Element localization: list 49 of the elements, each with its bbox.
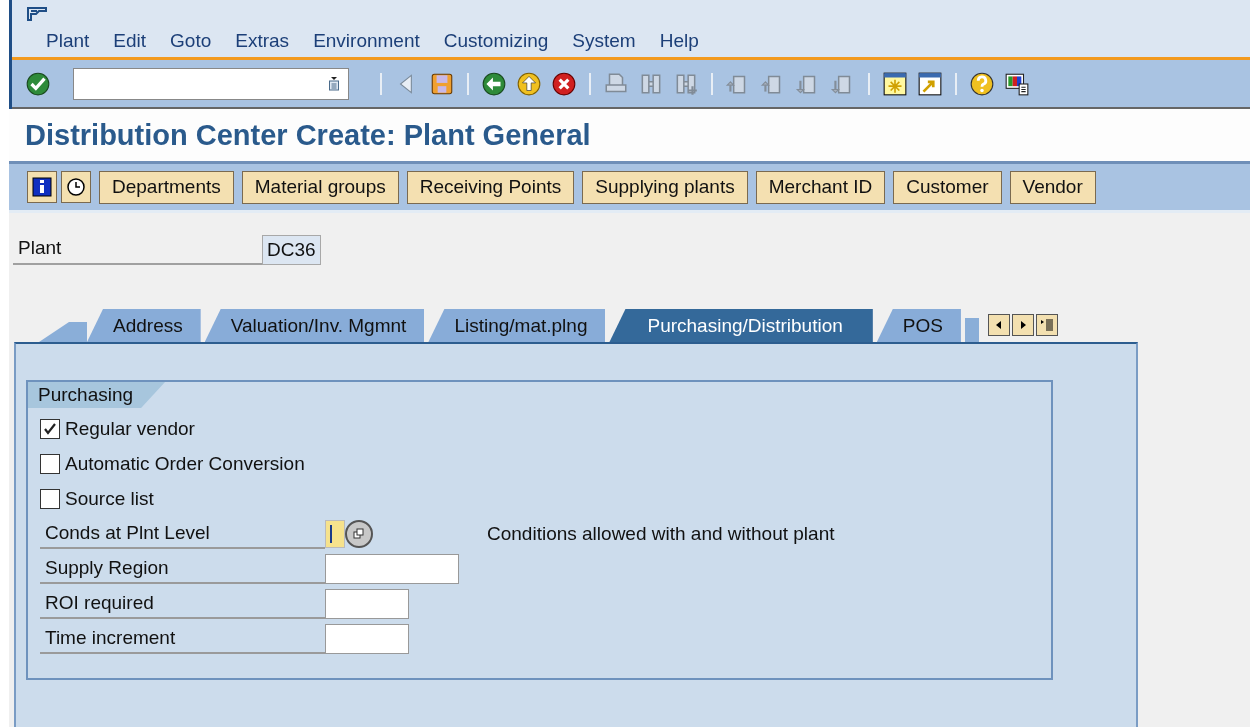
tab[interactable]: POS [876, 309, 961, 342]
info-icon[interactable] [27, 171, 57, 203]
input-field[interactable] [325, 589, 409, 619]
field-description: Conditions allowed with and without plant [487, 523, 835, 545]
toolbar-button[interactable]: Customer [893, 170, 1002, 204]
menu-item[interactable]: Goto [170, 30, 212, 52]
tab-list-icon[interactable] [1035, 314, 1058, 336]
input-field[interactable] [325, 554, 459, 584]
menu-item[interactable]: Environment [313, 30, 420, 52]
checkbox-label: Automatic Order Conversion [65, 453, 305, 475]
value-help-icon[interactable] [345, 520, 373, 548]
field-label: ROI required [40, 589, 325, 619]
menu-item[interactable]: Edit [113, 30, 147, 52]
clock-icon[interactable] [61, 171, 91, 203]
input-field[interactable] [325, 624, 409, 654]
scroll-right-icon[interactable] [1011, 314, 1034, 336]
tab[interactable]: Address [87, 309, 201, 342]
group-title: Purchasing [28, 382, 166, 408]
toolbar-button[interactable]: Supplying plants [582, 170, 748, 204]
tab[interactable]: Purchasing/Distribution [609, 309, 873, 342]
menu-item[interactable]: Help [659, 30, 699, 52]
checkbox-label: Regular vendor [65, 418, 195, 440]
field-label: Conds at Plnt Level [40, 519, 325, 549]
menu-item[interactable]: Customizing [443, 30, 549, 52]
input-field[interactable] [325, 520, 345, 548]
toolbar-button[interactable]: Departments [99, 170, 234, 204]
tab-stack-edge [964, 318, 979, 342]
dropdown-icon[interactable] [328, 76, 340, 91]
toolbar-button[interactable]: Material groups [241, 170, 399, 204]
field-label: Supply Region [40, 554, 325, 584]
menu-item[interactable]: Extras [235, 30, 290, 52]
toolbar-button[interactable]: Merchant ID [755, 170, 886, 204]
checkbox-label: Source list [65, 488, 154, 510]
plant-field: DC36 [262, 235, 321, 265]
toolbar-button[interactable]: Receiving Points [406, 170, 575, 204]
command-field[interactable] [73, 67, 349, 100]
tab[interactable]: Listing/mat.plng [428, 309, 606, 342]
menu-item[interactable]: Plant [46, 30, 90, 52]
menu-icon[interactable] [26, 6, 48, 22]
scroll-left-icon[interactable] [987, 314, 1010, 336]
checkbox[interactable] [40, 489, 60, 509]
toolbar-button[interactable]: Vendor [1009, 170, 1096, 204]
field-label: Time increment [40, 624, 325, 654]
tab-stack-edge [39, 322, 87, 342]
checkbox[interactable] [40, 454, 60, 474]
menu-item[interactable]: System [572, 30, 636, 52]
checkbox[interactable] [40, 419, 60, 439]
screen-title: Distribution Center Create: Plant General [25, 118, 591, 152]
tab[interactable]: Valuation/Inv. Mgmnt [204, 309, 425, 342]
